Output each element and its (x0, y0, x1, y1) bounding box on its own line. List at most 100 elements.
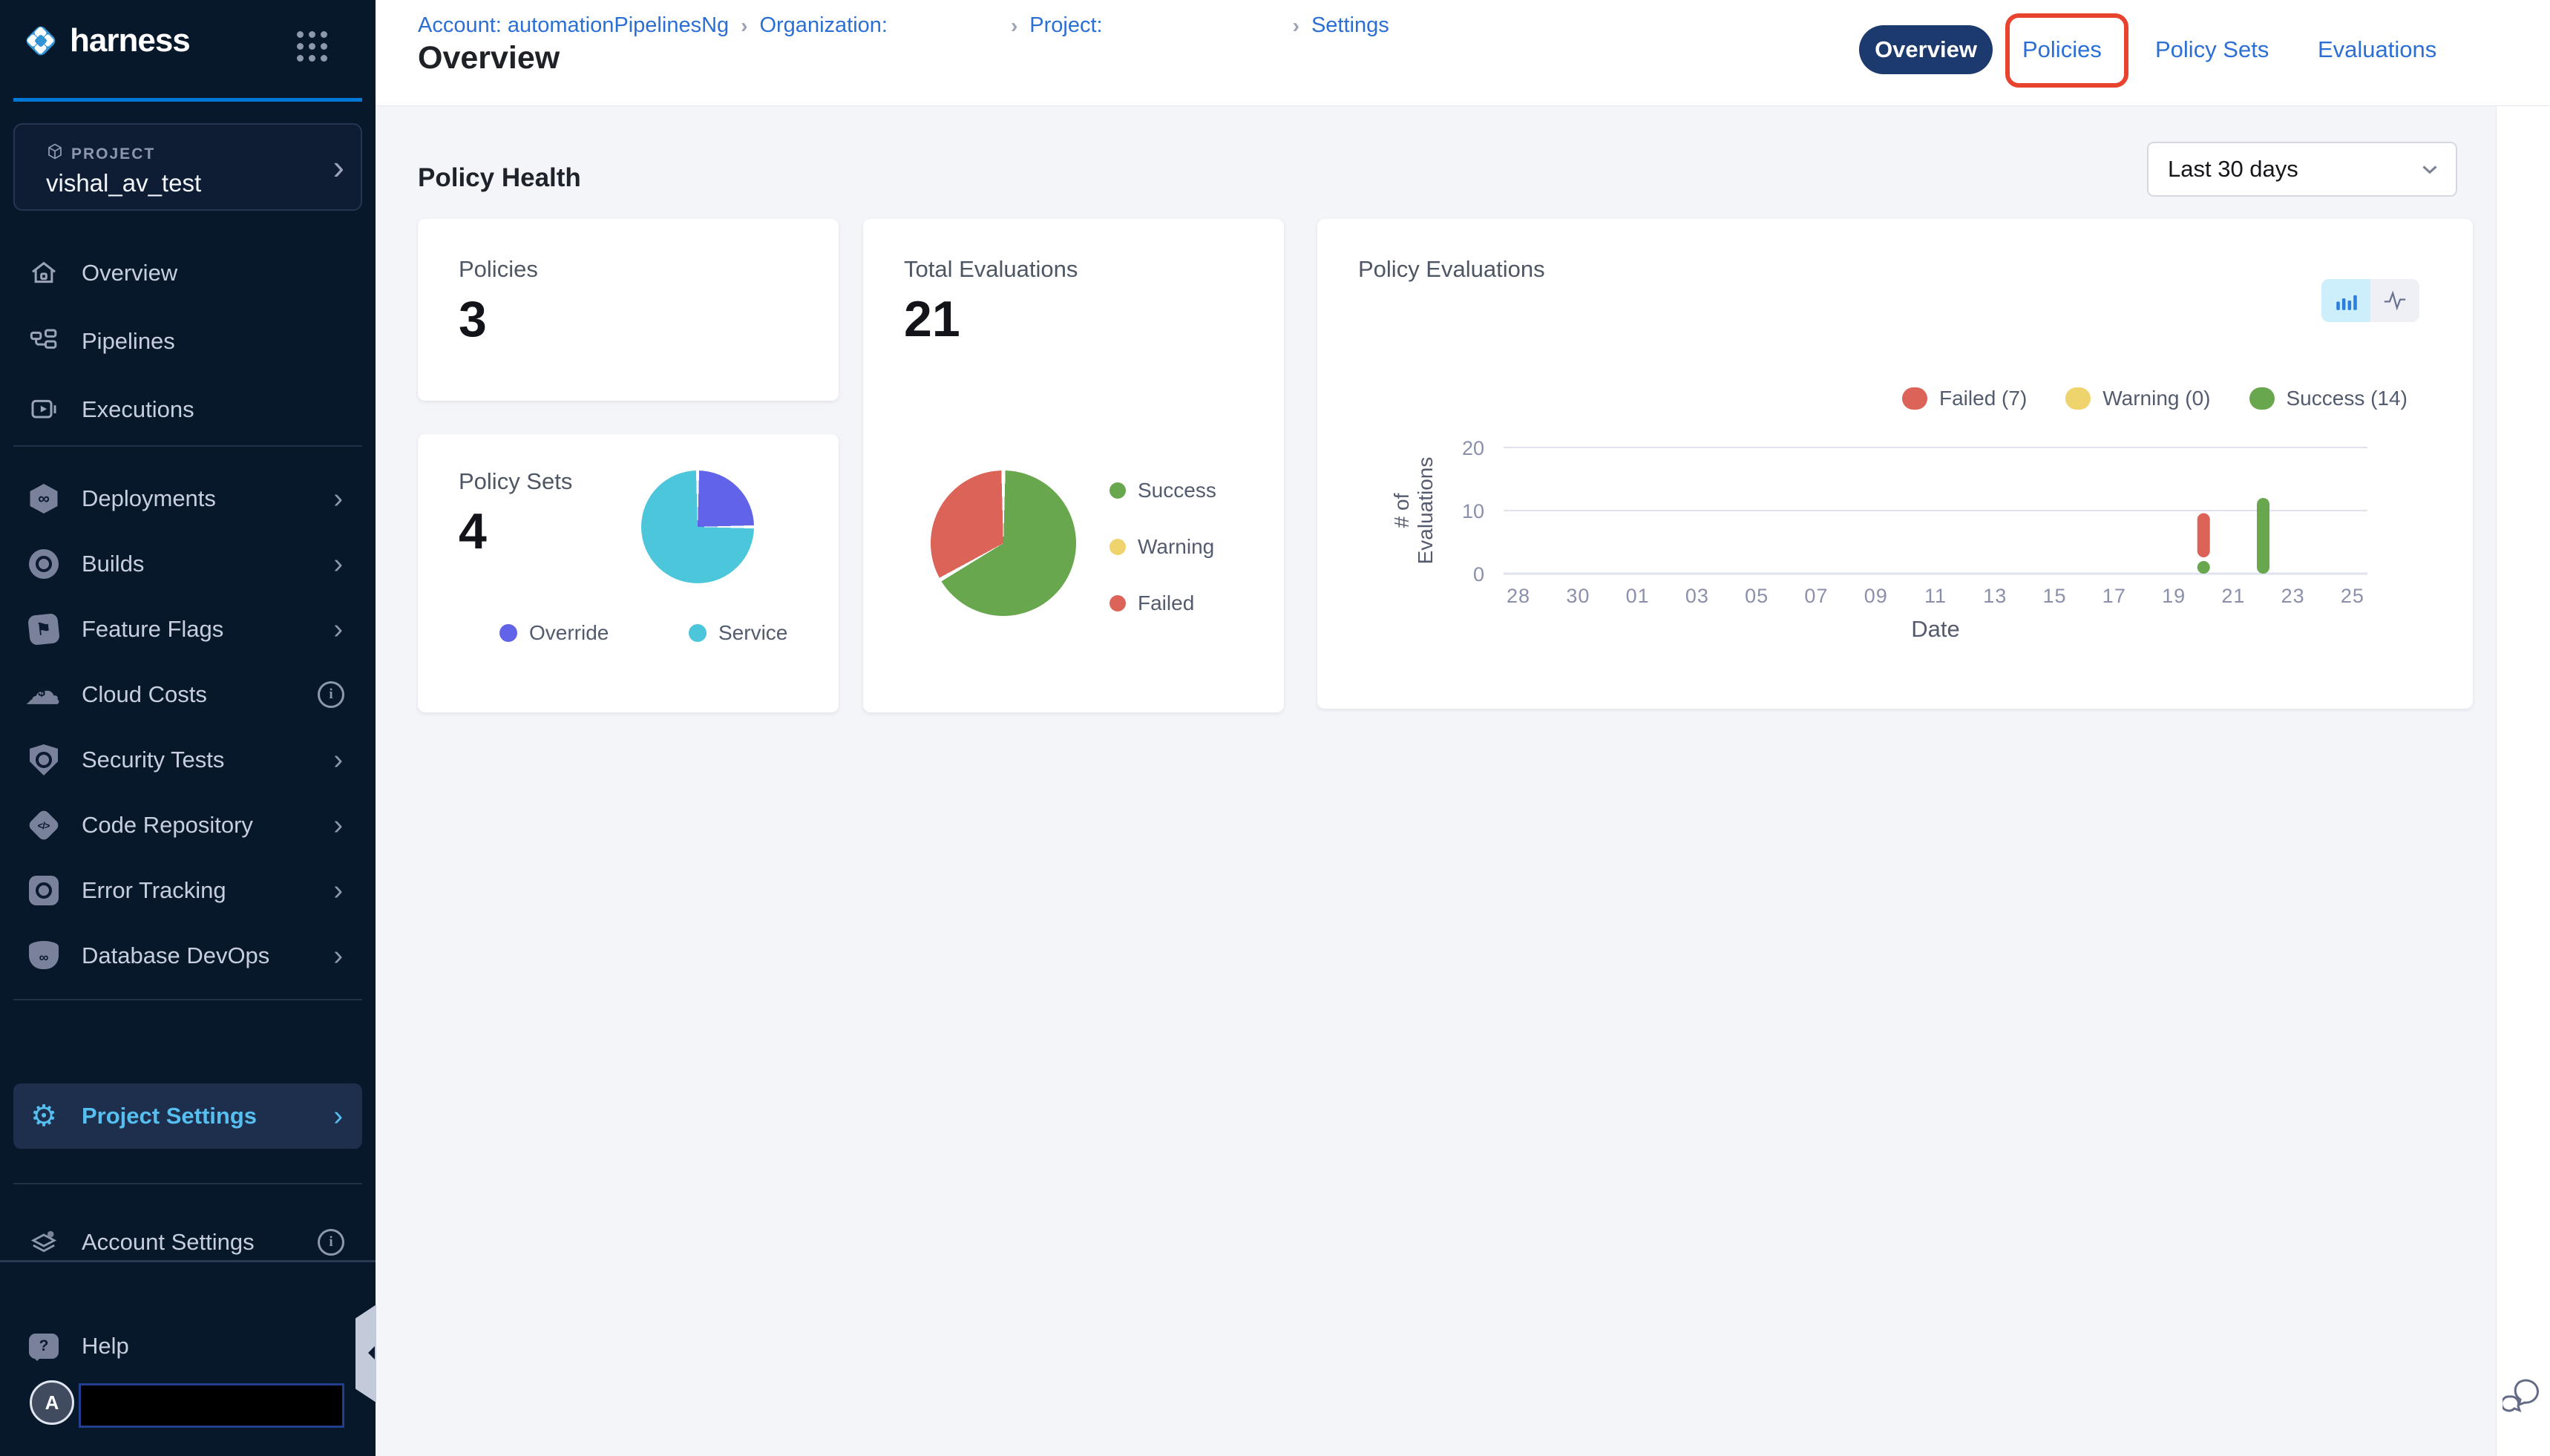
policy-sets-count: 4 (459, 502, 487, 560)
x-tick-label: 01 (1626, 585, 1650, 607)
line-chart-toggle-button[interactable] (2370, 279, 2419, 322)
sidebar-item-cloud-costs[interactable]: ☁$Cloud Costsi (13, 671, 362, 718)
database-devops-icon: ∞ (22, 941, 65, 971)
legend-label: Warning (1138, 535, 1214, 559)
sidebar-item-label: Cloud Costs (82, 681, 207, 708)
policy-sets-card: Policy Sets 4 OverrideService (418, 434, 839, 712)
date-range-select[interactable]: Last 30 days (2147, 142, 2457, 197)
home-icon (22, 258, 65, 288)
sidebar-item-overview[interactable]: Overview (13, 249, 362, 297)
executions-icon (22, 395, 65, 424)
tab-policies[interactable]: Policies (2022, 25, 2111, 74)
builds-icon (22, 549, 65, 579)
chevron-right-icon: › (333, 548, 343, 580)
policies-count: 3 (459, 290, 487, 348)
x-tick-label: 11 (1924, 585, 1947, 607)
user-avatar[interactable]: A (30, 1380, 74, 1425)
evaluations-pie-legend: Success Warning Failed (1110, 479, 1216, 648)
project-kicker: PROJECT (71, 145, 155, 163)
legend-label: Failed (1138, 591, 1194, 615)
x-tick-label: 25 (2341, 585, 2364, 607)
sidebar-item-label: Pipelines (82, 328, 175, 355)
total-evaluations-count: 21 (904, 290, 960, 348)
date-range-value: Last 30 days (2168, 156, 2298, 183)
chevron-right-icon: › (333, 810, 343, 842)
sidebar-item-feature-flags[interactable]: ⚑Feature Flags› (13, 606, 362, 653)
sidebar-item-deployments[interactable]: ∞ Deployments › (13, 475, 362, 522)
sidebar-item-executions[interactable]: Executions (13, 386, 362, 433)
chat-support-icon[interactable] (2503, 1371, 2547, 1416)
y-tick-label: 20 (1462, 437, 1484, 459)
module-grid-icon[interactable] (297, 31, 327, 62)
policy-evaluations-chart: 01020283001030507091113151719212325Date#… (1380, 401, 2419, 698)
legend-dot (499, 624, 517, 642)
sidebar-item-security-tests[interactable]: Security Tests› (13, 736, 362, 784)
sidebar-item-code-repository[interactable]: </> Code Repository › (13, 801, 362, 849)
sidebar-collapse-handle[interactable] (355, 1305, 376, 1403)
x-tick-label: 23 (2281, 585, 2305, 607)
chevron-right-icon: › (333, 148, 344, 186)
y-tick-label: 10 (1462, 500, 1484, 522)
tab-bar: Overview Policies Policy Sets Evaluations (376, 0, 2550, 105)
security-tests-icon (22, 744, 65, 775)
sidebar-item-account-settings[interactable]: Account Settings i (13, 1219, 362, 1266)
x-tick-label: 05 (1745, 585, 1769, 607)
sidebar-item-help[interactable]: ? Help (13, 1322, 362, 1370)
chevron-right-icon: › (333, 483, 343, 515)
legend-dot (1110, 539, 1126, 555)
x-tick-label: 19 (2162, 585, 2186, 607)
bar-chart-toggle-button[interactable] (2321, 279, 2370, 322)
deployments-icon: ∞ (22, 484, 65, 514)
redacted-username (79, 1383, 344, 1428)
x-tick-label: 03 (1685, 585, 1709, 607)
harness-logo[interactable]: harness (21, 19, 190, 62)
chart-type-toggle (2321, 279, 2419, 322)
card-title: Total Evaluations (904, 256, 1078, 283)
sidebar-item-label: Database DevOps (82, 942, 269, 969)
bar-segment-failed-7-day-20 (2197, 514, 2210, 558)
policy-evaluations-card: Policy Evaluations Failed (7)Warnin (1317, 219, 2473, 709)
chevron-right-icon: › (333, 940, 343, 972)
error-tracking-icon (22, 876, 65, 905)
sidebar-item-error-tracking[interactable]: Error Tracking› (13, 867, 362, 914)
info-icon[interactable]: i (318, 1229, 344, 1256)
sidebar-item-label: Security Tests (82, 747, 224, 773)
sidebar-item-builds[interactable]: Builds › (13, 540, 362, 588)
right-rail (2496, 105, 2550, 1456)
triangle-left-icon (361, 1346, 375, 1360)
tab-policy-sets[interactable]: Policy Sets (2155, 25, 2267, 74)
sidebar-accent-rule (13, 98, 362, 102)
sidebar-divider (13, 999, 362, 1000)
x-tick-label: 07 (1804, 585, 1828, 607)
sidebar-item-label: Feature Flags (82, 616, 223, 643)
sidebar-item-label: Builds (82, 551, 144, 577)
chevron-right-icon: › (333, 1101, 343, 1132)
y-tick-label: 0 (1473, 563, 1484, 586)
sidebar: harness PROJECT vishal_av_test › Overvie… (0, 0, 376, 1456)
legend-dot (689, 624, 707, 642)
line-chart-icon (2382, 288, 2408, 313)
project-selector[interactable]: PROJECT vishal_av_test › (13, 123, 362, 211)
sidebar-item-project-settings[interactable]: ⚙ Project Settings › (13, 1083, 362, 1149)
legend-item: Service (689, 621, 787, 645)
tab-evaluations[interactable]: Evaluations (2318, 25, 2441, 74)
chevron-right-icon: › (333, 875, 343, 907)
gear-icon: ⚙ (22, 1101, 65, 1131)
legend-label: Success (1138, 479, 1216, 502)
tab-overview[interactable]: Overview (1859, 25, 1993, 74)
layers-gear-icon (22, 1227, 65, 1257)
help-chat-icon: ? (22, 1334, 65, 1359)
legend-dot (1110, 595, 1126, 611)
sidebar-divider (13, 1183, 362, 1184)
sidebar-item-database-devops[interactable]: ∞ Database DevOps › (13, 932, 362, 980)
info-icon[interactable]: i (318, 681, 344, 708)
sidebar-item-label: Deployments (82, 485, 216, 512)
chevron-right-icon: › (333, 614, 343, 646)
bar-chart-icon (2333, 288, 2359, 313)
sidebar-item-pipelines[interactable]: Pipelines (13, 318, 362, 365)
main-content: Policy Health Last 30 days Policies 3 To… (376, 105, 2496, 1456)
code-repository-icon: </> (22, 813, 65, 837)
cube-icon (46, 142, 64, 160)
page-header: Account: automationPipelinesNg›Organizat… (376, 0, 2550, 106)
sidebar-item-label: Code Repository (82, 812, 253, 839)
